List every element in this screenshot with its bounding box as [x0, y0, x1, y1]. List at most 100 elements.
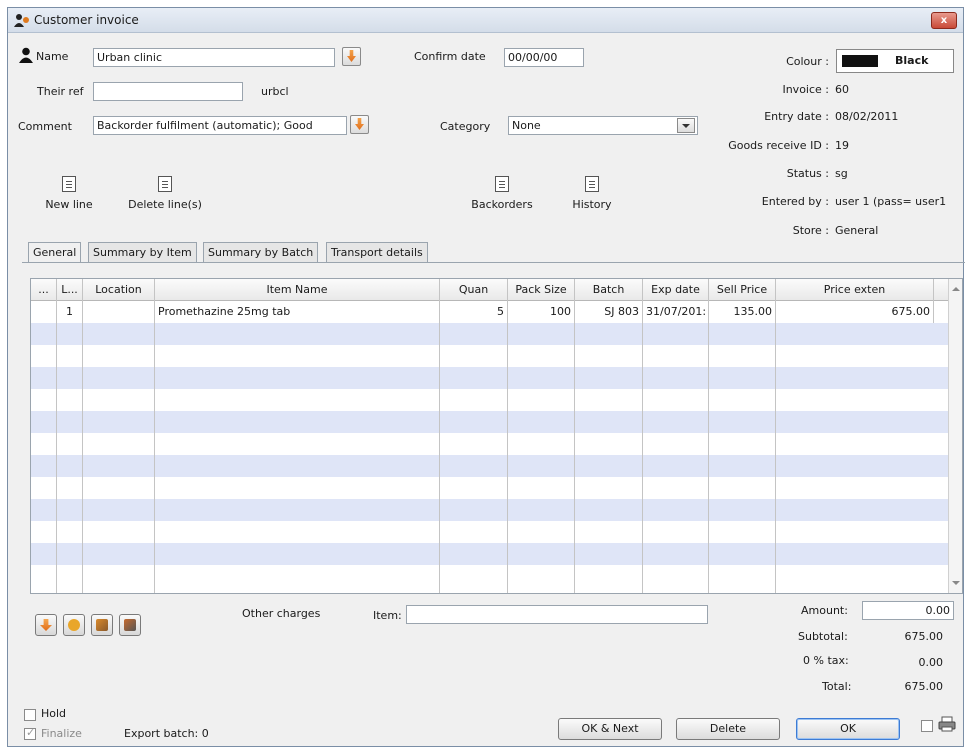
col-header-quan[interactable]: Quan — [440, 279, 508, 301]
backorders-icon — [495, 176, 509, 192]
invoice-lines-table: ... L... Location Item Name Quan Pack Si… — [30, 278, 963, 594]
new-line-label: New line — [45, 198, 93, 211]
col-sep — [574, 301, 575, 593]
col-header-exp-date[interactable]: Exp date — [643, 279, 709, 301]
category-label: Category — [440, 120, 491, 133]
customer-icon — [14, 14, 29, 27]
total-label: Total: — [822, 680, 852, 693]
amount-label: Amount: — [801, 604, 848, 617]
comment-lookup-button[interactable] — [350, 115, 369, 134]
store-label: Store : — [792, 224, 829, 237]
other-charges-item-field[interactable] — [406, 605, 708, 624]
tab-divider — [22, 262, 965, 263]
col-header-item-name[interactable]: Item Name — [155, 279, 440, 301]
note-icon — [96, 619, 108, 631]
backorders-button[interactable]: Backorders — [463, 176, 541, 211]
col-sep — [56, 301, 57, 593]
col-sep — [154, 301, 155, 593]
table-row-empty[interactable] — [31, 543, 951, 565]
amount-field[interactable]: 0.00 — [862, 601, 954, 620]
table-row[interactable]: 1 Promethazine 25mg tab 5 100 SJ 803 31/… — [31, 301, 951, 323]
delete-button[interactable]: Delete — [676, 718, 780, 740]
table-row-empty[interactable] — [31, 323, 951, 345]
scroll-down-icon[interactable] — [952, 581, 960, 585]
table-row-empty[interactable] — [31, 433, 951, 455]
item-label: Item: — [373, 609, 402, 622]
table-row-empty[interactable] — [31, 477, 951, 499]
col-header-line[interactable]: L... — [57, 279, 83, 301]
finalize-label: Finalize — [41, 727, 82, 740]
delete-line-icon — [158, 176, 172, 192]
their-ref-label: Their ref — [37, 85, 84, 98]
confirm-date-label: Confirm date — [414, 50, 486, 63]
table-row-empty[interactable] — [31, 455, 951, 477]
comment-field[interactable]: Backorder fulfilment (automatic); Good — [93, 116, 347, 135]
delete-lines-button[interactable]: Delete line(s) — [122, 176, 208, 211]
tab-transport-details[interactable]: Transport details — [326, 242, 428, 262]
other-charges-label: Other charges — [242, 607, 321, 620]
col-header-batch[interactable]: Batch — [575, 279, 643, 301]
table-scrollbar[interactable] — [948, 279, 962, 593]
category-select[interactable]: None — [508, 116, 698, 135]
table-row-empty[interactable] — [31, 411, 951, 433]
invoice-value: 60 — [835, 83, 849, 96]
table-row-empty[interactable] — [31, 499, 951, 521]
colour-name: Black — [895, 54, 929, 67]
close-button[interactable]: x — [931, 12, 957, 29]
tab-summary-by-item[interactable]: Summary by Item — [88, 242, 197, 262]
customer-code: urbcl — [261, 85, 289, 98]
info-button[interactable] — [63, 614, 85, 636]
table-row-empty[interactable] — [31, 389, 951, 411]
edit-note-button[interactable] — [91, 614, 113, 636]
their-ref-field[interactable] — [93, 82, 243, 101]
comment-label: Comment — [18, 120, 72, 133]
subtotal-label: Subtotal: — [798, 630, 848, 643]
ok-button[interactable]: OK — [796, 718, 900, 740]
new-line-icon — [62, 176, 76, 192]
history-button[interactable]: History — [564, 176, 620, 211]
printer-icon — [938, 716, 956, 732]
hold-checkbox[interactable] — [24, 709, 36, 721]
export-batch-label: Export batch: 0 — [124, 727, 209, 740]
title-bar: Customer invoice x — [8, 8, 963, 33]
colour-selector[interactable]: Black — [836, 49, 954, 73]
name-lookup-button[interactable] — [342, 47, 361, 66]
print-checkbox[interactable] — [921, 720, 933, 732]
name-field[interactable]: Urban clinic — [93, 48, 335, 67]
confirm-date-field[interactable]: 00/00/00 — [504, 48, 584, 67]
col-sep — [708, 301, 709, 593]
cell-quan: 5 — [440, 301, 508, 323]
finalize-checkbox[interactable] — [24, 726, 36, 740]
scroll-up-icon[interactable] — [952, 287, 960, 291]
col-header-pack-size[interactable]: Pack Size — [508, 279, 575, 301]
goods-receive-value: 19 — [835, 139, 849, 152]
cell-price-exten: 675.00 — [776, 301, 934, 323]
table-row-empty[interactable] — [31, 565, 951, 587]
entry-date-value: 08/02/2011 — [835, 110, 899, 123]
label-icon — [124, 619, 136, 631]
invoice-label: Invoice : — [782, 83, 829, 96]
cell-batch: SJ 803 — [575, 301, 643, 323]
col-header-price-exten[interactable]: Price exten — [776, 279, 934, 301]
entered-by-value: user 1 (pass= user1 — [835, 195, 947, 208]
tax-label: 0 % tax: — [803, 654, 849, 667]
col-header-dots[interactable]: ... — [31, 279, 57, 301]
col-header-location[interactable]: Location — [83, 279, 155, 301]
new-line-button[interactable]: New line — [41, 176, 97, 211]
entry-date-label: Entry date : — [764, 110, 829, 123]
table-row-empty[interactable] — [31, 521, 951, 543]
chevron-down-icon[interactable] — [677, 118, 695, 133]
table-row-empty[interactable] — [31, 367, 951, 389]
col-header-sell-price[interactable]: Sell Price — [709, 279, 776, 301]
ok-next-button[interactable]: OK & Next — [558, 718, 662, 740]
tab-summary-by-batch[interactable]: Summary by Batch — [203, 242, 319, 262]
table-row-empty[interactable] — [31, 345, 951, 367]
print-label-button[interactable] — [119, 614, 141, 636]
cell-line: 1 — [57, 301, 83, 323]
status-value: sg — [835, 167, 848, 180]
customer-invoice-window: Customer invoice x Name Urban clinic The… — [7, 7, 965, 747]
tab-general[interactable]: General — [28, 242, 82, 263]
move-down-button[interactable] — [35, 614, 57, 636]
status-label: Status : — [786, 167, 829, 180]
delete-lines-label: Delete line(s) — [128, 198, 202, 211]
